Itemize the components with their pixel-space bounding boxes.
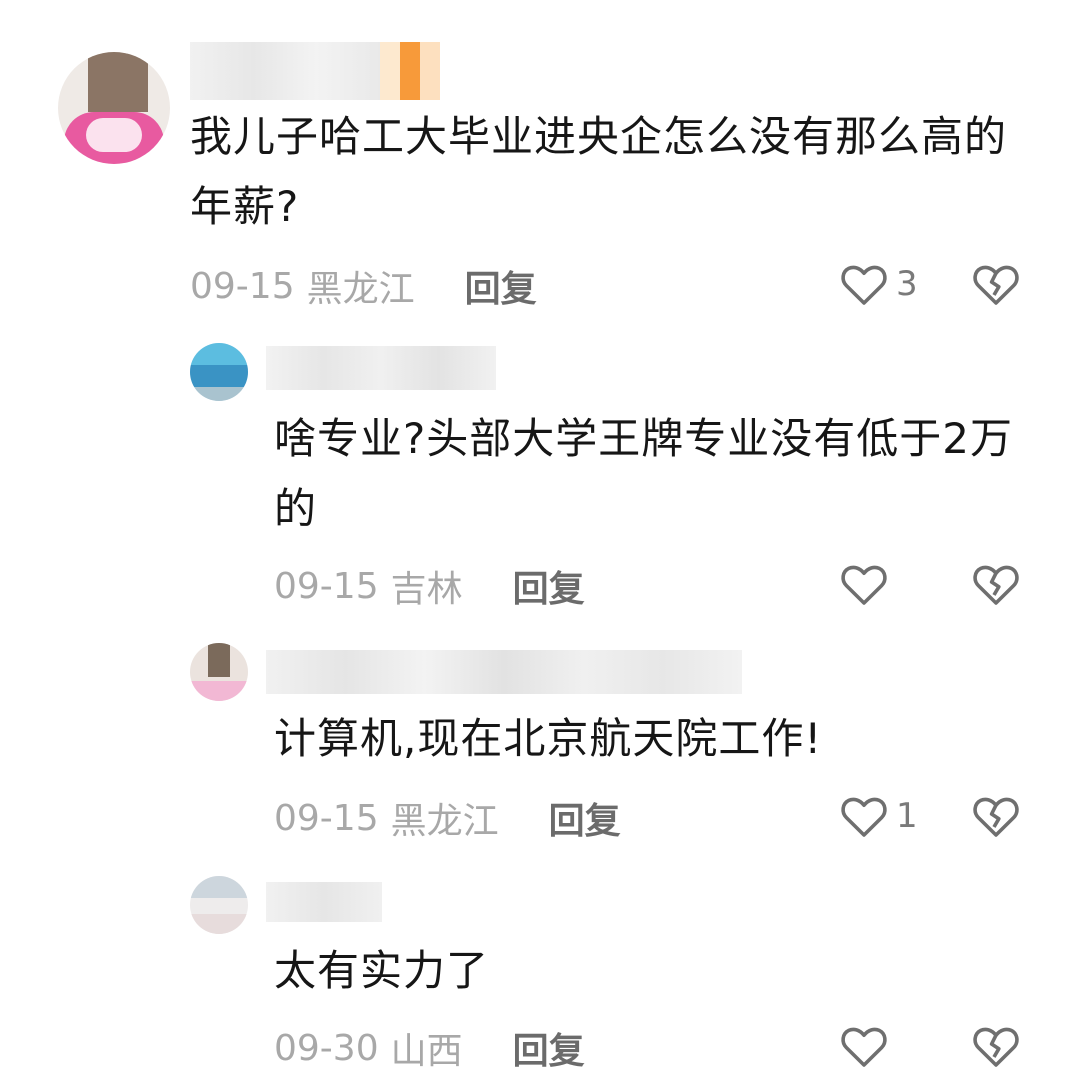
comment-region: 黑龙江 xyxy=(306,269,415,310)
comment-date: 09-30 xyxy=(274,1027,379,1069)
reply-button[interactable]: 回复 xyxy=(549,792,621,844)
heart-outline-icon xyxy=(841,265,887,305)
comment-region: 吉林 xyxy=(390,569,463,610)
comment-text: 啥专业?头部大学王牌专业没有低于2万的 xyxy=(274,414,1014,533)
comment-meta: 09-15 黑龙江 回复 xyxy=(190,256,537,316)
avatar[interactable] xyxy=(190,343,248,401)
like-button[interactable]: 3 xyxy=(840,262,918,306)
avatar[interactable] xyxy=(190,643,248,701)
reply-button[interactable]: 回复 xyxy=(465,260,537,312)
broken-heart-icon xyxy=(973,797,1019,837)
dislike-button[interactable] xyxy=(972,562,1020,610)
broken-heart-icon xyxy=(973,1027,1019,1067)
heart-outline-icon xyxy=(841,797,887,837)
username-blurred[interactable] xyxy=(266,650,742,694)
comment-date: 09-15 xyxy=(190,265,295,307)
reply-button[interactable]: 回复 xyxy=(513,560,585,612)
username-blurred[interactable] xyxy=(266,882,382,922)
comment-meta: 09-15 吉林 回复 xyxy=(274,556,585,616)
comment-meta: 09-30 山西 回复 xyxy=(274,1018,585,1078)
avatar[interactable] xyxy=(58,52,170,164)
comment-date: 09-15 xyxy=(274,797,379,839)
like-button[interactable]: 1 xyxy=(840,794,918,838)
comment-text: 太有实力了 xyxy=(274,946,490,995)
comment-region: 山西 xyxy=(390,1031,463,1072)
broken-heart-icon xyxy=(973,565,1019,605)
comment-date: 09-15 xyxy=(274,565,379,607)
like-button[interactable] xyxy=(840,1024,896,1068)
avatar[interactable] xyxy=(190,876,248,934)
broken-heart-icon xyxy=(973,265,1019,305)
username-blurred[interactable] xyxy=(190,42,440,100)
comment-text: 计算机,现在北京航天院工作! xyxy=(274,714,823,763)
username-blurred[interactable] xyxy=(266,346,496,390)
like-button[interactable] xyxy=(840,562,896,606)
like-count: 3 xyxy=(896,264,918,304)
reply-button[interactable]: 回复 xyxy=(513,1022,585,1074)
comment-text: 我儿子哈工大毕业进央企怎么没有那么高的年薪? xyxy=(190,112,1008,231)
heart-outline-icon xyxy=(841,1027,887,1067)
comment-region: 黑龙江 xyxy=(390,801,499,842)
dislike-button[interactable] xyxy=(972,1024,1020,1072)
heart-outline-icon xyxy=(841,565,887,605)
comment-meta: 09-15 黑龙江 回复 xyxy=(274,788,621,848)
dislike-button[interactable] xyxy=(972,262,1020,310)
like-count: 1 xyxy=(896,796,918,836)
dislike-button[interactable] xyxy=(972,794,1020,842)
